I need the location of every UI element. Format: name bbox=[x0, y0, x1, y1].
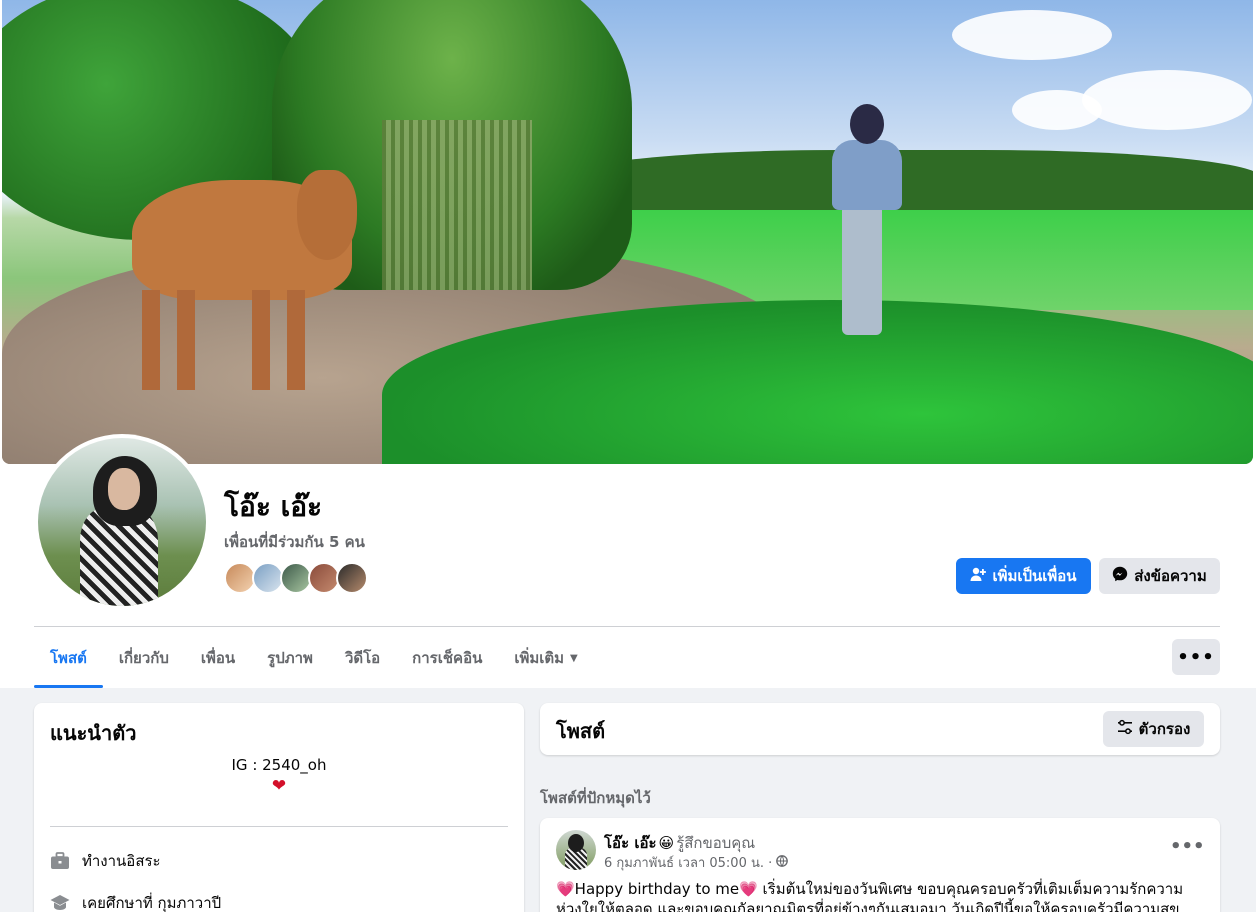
intro-card: แนะนำตัว IG : 2540_oh ❤ ทำงานอิสระ เคยศึ… bbox=[34, 703, 524, 912]
filter-button[interactable]: ตัวกรอง bbox=[1103, 711, 1204, 747]
post-date[interactable]: 6 กุมภาพันธ์ เวลา 05:00 น. · bbox=[604, 852, 772, 873]
intro-work: ทำงานอิสระ bbox=[50, 849, 161, 873]
profile-name: โอ๊ะ เอ๊ะ bbox=[224, 490, 323, 523]
send-message-button[interactable]: ส่งข้อความ bbox=[1099, 558, 1220, 594]
posts-title: โพสต์ bbox=[556, 719, 606, 743]
filter-icon bbox=[1117, 719, 1133, 739]
posts-header-card: โพสต์ ตัวกรอง bbox=[540, 703, 1220, 755]
tab-checkins[interactable]: การเช็คอิน bbox=[396, 628, 498, 688]
tab-about[interactable]: เกี่ยวกับ bbox=[103, 628, 185, 688]
add-friend-icon bbox=[970, 566, 987, 586]
intro-title: แนะนำตัว bbox=[50, 721, 137, 745]
briefcase-icon bbox=[50, 851, 70, 871]
tab-more[interactable]: เพิ่มเติม ▼ bbox=[498, 628, 593, 688]
add-friend-label: เพิ่มเป็นเพื่อน bbox=[992, 568, 1077, 585]
more-options-button[interactable]: ••• bbox=[1172, 639, 1220, 675]
caret-down-icon: ▼ bbox=[570, 652, 578, 664]
heart-emoji: ❤ bbox=[271, 776, 287, 796]
profile-picture[interactable] bbox=[34, 434, 210, 610]
profile-header: โอ๊ะ เอ๊ะ เพื่อนที่มีร่วมกัน 5 คน เพิ่มเ… bbox=[0, 0, 1256, 688]
intro-education: เคยศึกษาที่ กุมภาวาปี bbox=[50, 891, 221, 912]
graduation-cap-icon bbox=[50, 893, 70, 912]
mutual-friend-avatar[interactable] bbox=[336, 562, 368, 594]
globe-icon bbox=[776, 854, 789, 871]
messenger-icon bbox=[1112, 566, 1128, 586]
mutual-friend-avatars bbox=[224, 562, 368, 594]
post-text: 💗Happy birthday to me💗 เริ่มต้นใหม่ของวั… bbox=[556, 880, 1184, 912]
tab-posts[interactable]: โพสต์ bbox=[34, 628, 103, 688]
intro-divider bbox=[50, 826, 508, 827]
intro-education-text: เคยศึกษาที่ กุมภาวาปี bbox=[82, 894, 222, 912]
pinned-post: โอ๊ะ เอ๊ะ 😀 รู้สึกขอบคุณ 6 กุมภาพันธ์ เว… bbox=[540, 818, 1220, 912]
pinned-posts-label: โพสต์ที่ปักหมุดไว้ bbox=[540, 789, 651, 807]
post-options-button[interactable]: ••• bbox=[1170, 836, 1205, 857]
intro-work-text: ทำงานอิสระ bbox=[82, 852, 161, 870]
add-friend-button[interactable]: เพิ่มเป็นเพื่อน bbox=[956, 558, 1091, 594]
post-meta: 6 กุมภาพันธ์ เวลา 05:00 น. · bbox=[604, 852, 789, 873]
feeling-emoji: 😀 bbox=[658, 834, 675, 852]
intro-bio: IG : 2540_oh bbox=[231, 756, 327, 774]
profile-tabs: โพสต์ เกี่ยวกับ เพื่อน รูปภาพ วิดีโอ การ… bbox=[34, 628, 594, 688]
tab-photos[interactable]: รูปภาพ bbox=[251, 628, 329, 688]
send-message-label: ส่งข้อความ bbox=[1134, 568, 1207, 585]
header-divider bbox=[34, 626, 1220, 627]
filter-label: ตัวกรอง bbox=[1138, 720, 1191, 738]
mutual-friends-link[interactable]: เพื่อนที่มีร่วมกัน 5 คน bbox=[224, 530, 365, 554]
tab-videos[interactable]: วิดีโอ bbox=[329, 628, 396, 688]
tab-more-label: เพิ่มเติม bbox=[514, 649, 565, 667]
tab-friends[interactable]: เพื่อน bbox=[185, 628, 251, 688]
post-author-avatar[interactable] bbox=[556, 830, 596, 870]
cover-photo[interactable] bbox=[2, 0, 1253, 464]
